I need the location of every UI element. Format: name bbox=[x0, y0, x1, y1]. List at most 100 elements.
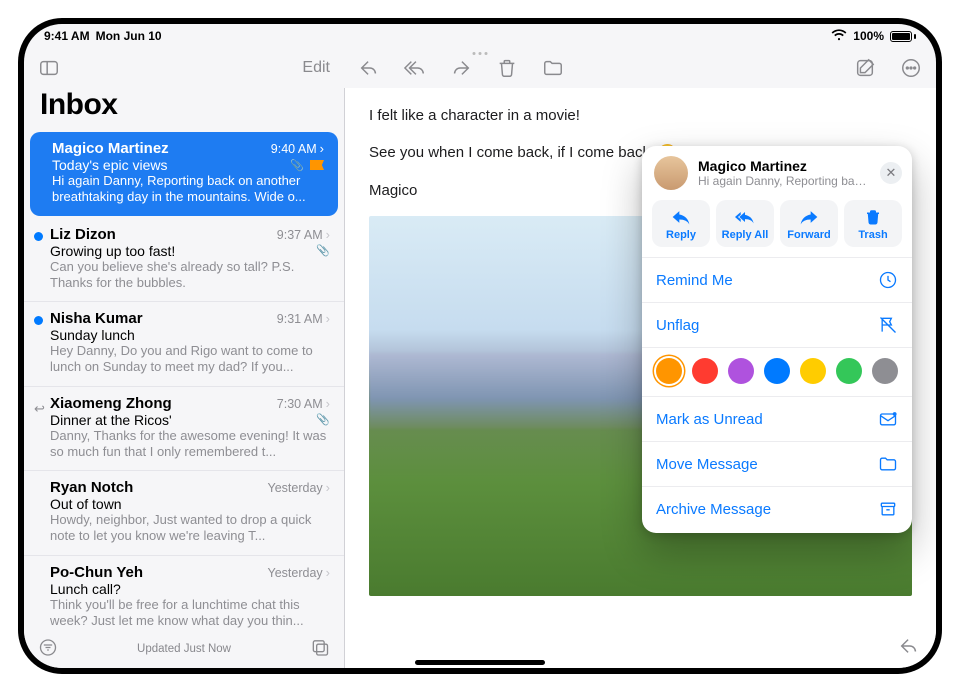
chevron-right-icon: › bbox=[326, 565, 330, 580]
message-row[interactable]: Ryan NotchYesterday›Out of townHowdy, ne… bbox=[24, 471, 344, 556]
preview-text: Danny, Thanks for the awesome evening! I… bbox=[50, 428, 330, 461]
flag-color-2[interactable] bbox=[728, 358, 754, 384]
reply-toolbar-icon[interactable] bbox=[358, 57, 380, 79]
envelope-badge-icon bbox=[878, 409, 898, 429]
remind-me-label: Remind Me bbox=[656, 272, 733, 289]
body-line-1: I felt like a character in a movie! bbox=[369, 104, 912, 127]
trash-label: Trash bbox=[858, 229, 887, 241]
mark-unread-label: Mark as Unread bbox=[656, 411, 763, 428]
status-time: 9:41 AM bbox=[44, 29, 90, 43]
battery-percent: 100% bbox=[853, 29, 884, 43]
filter-icon[interactable] bbox=[38, 638, 58, 661]
chevron-right-icon: › bbox=[326, 227, 330, 242]
message-row[interactable]: Nisha Kumar9:31 AM›Sunday lunchHey Danny… bbox=[24, 302, 344, 387]
message-row[interactable]: Po-Chun Yeh Yesterday›Lunch call?Think yo… bbox=[24, 556, 344, 631]
reply-all-button[interactable]: Reply All bbox=[716, 200, 774, 247]
message-list-sidebar: Inbox Magico Martinez9:40 AM›Today's epi… bbox=[24, 88, 344, 668]
forward-icon bbox=[799, 208, 819, 226]
unread-dot-icon bbox=[34, 232, 43, 241]
reply-all-label: Reply All bbox=[722, 229, 769, 241]
sidebar-toggle-icon[interactable] bbox=[38, 57, 60, 79]
archive-icon bbox=[878, 499, 898, 519]
flag-icon bbox=[310, 160, 324, 170]
flag-color-0[interactable] bbox=[656, 358, 682, 384]
chevron-right-icon: › bbox=[326, 311, 330, 326]
updated-label: Updated Just Now bbox=[137, 643, 231, 655]
unread-dot-icon bbox=[34, 316, 43, 325]
sender-label: Xiaomeng Zhong bbox=[50, 395, 271, 412]
more-toolbar-icon[interactable] bbox=[900, 57, 922, 79]
flag-slash-icon bbox=[878, 315, 898, 335]
flag-color-4[interactable] bbox=[800, 358, 826, 384]
move-message-label: Move Message bbox=[656, 456, 758, 473]
subject-label: Today's epic views bbox=[52, 157, 284, 173]
preview-text: Hey Danny, Do you and Rigo want to come … bbox=[50, 343, 330, 376]
preview-text: Can you believe she's already so tall? P… bbox=[50, 259, 330, 292]
trash-toolbar-icon[interactable] bbox=[496, 57, 518, 79]
subject-label: Out of town bbox=[50, 496, 330, 512]
sender-label: Magico Martinez bbox=[52, 140, 265, 157]
time-label: 9:40 AM bbox=[271, 142, 317, 156]
folder-icon bbox=[878, 454, 898, 474]
preview-text: Hi again Danny, Reporting back on anothe… bbox=[52, 173, 324, 206]
popover-sender-name: Magico Martinez bbox=[698, 158, 870, 174]
flag-color-6[interactable] bbox=[872, 358, 898, 384]
popover-preview: Hi again Danny, Reporting back o... bbox=[698, 174, 870, 188]
archive-message-item[interactable]: Archive Message bbox=[642, 486, 912, 531]
message-row[interactable]: ↩︎Xiaomeng Zhong7:30 AM›Dinner at the Ri… bbox=[24, 387, 344, 472]
subject-label: Growing up too fast! bbox=[50, 243, 310, 259]
sender-label: Po-Chun Yeh bbox=[50, 564, 262, 581]
unflag-label: Unflag bbox=[656, 317, 699, 334]
flag-color-3[interactable] bbox=[764, 358, 790, 384]
attachment-icon: 📎 bbox=[316, 244, 330, 257]
sender-label: Ryan Notch bbox=[50, 479, 262, 496]
edit-button[interactable]: Edit bbox=[302, 59, 330, 77]
time-label: Yesterday bbox=[268, 566, 323, 580]
sender-label: Nisha Kumar bbox=[50, 310, 271, 327]
subject-label: Dinner at the Ricos' bbox=[50, 412, 310, 428]
move-message-item[interactable]: Move Message bbox=[642, 441, 912, 486]
reply-all-toolbar-icon[interactable] bbox=[404, 57, 426, 79]
message-actions-popover: Magico Martinez Hi again Danny, Reportin… bbox=[642, 146, 912, 533]
subject-label: Sunday lunch bbox=[50, 327, 330, 343]
preview-text: Howdy, neighbor, Just wanted to drop a q… bbox=[50, 512, 330, 545]
forward-toolbar-icon[interactable] bbox=[450, 57, 472, 79]
sender-label: Liz Dizon bbox=[50, 226, 271, 243]
compose-icon[interactable] bbox=[854, 57, 876, 79]
status-bar: 9:41 AM Mon Jun 10 100% bbox=[24, 24, 936, 48]
reply-label: Reply bbox=[666, 229, 696, 241]
chevron-right-icon: › bbox=[320, 141, 324, 156]
flag-color-row bbox=[642, 347, 912, 396]
attachment-icon: 📎 bbox=[290, 159, 304, 172]
battery-icon bbox=[890, 31, 916, 42]
popover-close-button[interactable]: ✕ bbox=[880, 162, 902, 184]
sender-avatar[interactable] bbox=[654, 156, 688, 190]
reply-footer-icon[interactable] bbox=[898, 635, 920, 662]
reply-icon bbox=[671, 208, 691, 226]
mark-unread-item[interactable]: Mark as Unread bbox=[642, 396, 912, 441]
forward-label: Forward bbox=[787, 229, 830, 241]
inbox-title: Inbox bbox=[24, 88, 344, 130]
archive-message-label: Archive Message bbox=[656, 501, 771, 518]
remind-me-item[interactable]: Remind Me bbox=[642, 257, 912, 302]
reply-all-icon bbox=[735, 208, 755, 226]
message-row[interactable]: Magico Martinez 9:40 AM› Today's epic view… bbox=[30, 132, 338, 216]
home-indicator[interactable] bbox=[415, 660, 545, 665]
unflag-item[interactable]: Unflag bbox=[642, 302, 912, 347]
mailboxes-icon[interactable] bbox=[310, 638, 330, 661]
attachment-icon: 📎 bbox=[316, 413, 330, 426]
reply-button[interactable]: Reply bbox=[652, 200, 710, 247]
message-row[interactable]: Liz Dizon 9:37 AM› Growing up too fast! 📎 Ca… bbox=[24, 218, 344, 303]
flag-color-5[interactable] bbox=[836, 358, 862, 384]
flag-color-1[interactable] bbox=[692, 358, 718, 384]
time-label: 9:37 AM bbox=[277, 228, 323, 242]
preview-text: Think you'll be free for a lunchtime cha… bbox=[50, 597, 330, 630]
trash-icon bbox=[863, 208, 883, 226]
chevron-right-icon: › bbox=[326, 396, 330, 411]
subject-label: Lunch call? bbox=[50, 581, 330, 597]
chevron-right-icon: › bbox=[326, 480, 330, 495]
move-toolbar-icon[interactable] bbox=[542, 57, 564, 79]
time-label: 7:30 AM bbox=[277, 397, 323, 411]
trash-button[interactable]: Trash bbox=[844, 200, 902, 247]
forward-button[interactable]: Forward bbox=[780, 200, 838, 247]
